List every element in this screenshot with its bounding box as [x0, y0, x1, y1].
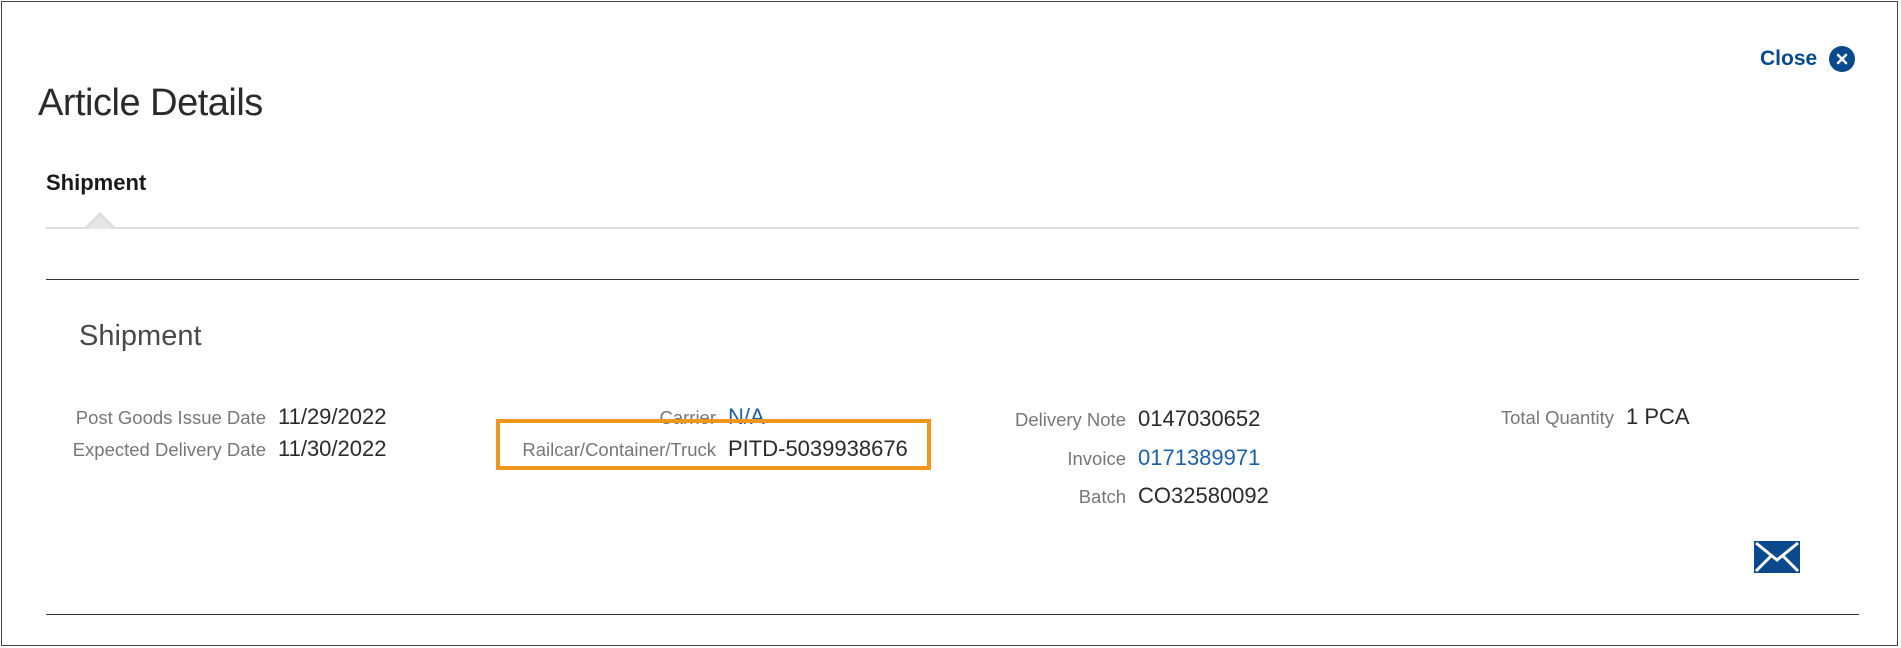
- tab-shipment[interactable]: Shipment: [46, 170, 146, 196]
- field-expected-delivery-date: Expected Delivery Date 11/30/2022: [42, 436, 387, 462]
- article-details-panel: Close Article Details Shipment Shipment …: [1, 1, 1898, 646]
- field-total-quantity: Total Quantity 1 PCA: [1452, 404, 1690, 430]
- envelope-icon[interactable]: [1754, 541, 1800, 573]
- close-icon: [1829, 46, 1856, 72]
- field-value: 1 PCA: [1626, 404, 1690, 429]
- close-label: Close: [1760, 47, 1818, 70]
- field-invoice: Invoice 0171389971: [962, 445, 1260, 471]
- active-tab-indicator-fill: [87, 216, 113, 229]
- field-label: Post Goods Issue Date: [75, 407, 266, 428]
- section-top-divider: [46, 279, 1859, 280]
- field-label: Expected Delivery Date: [72, 439, 266, 460]
- field-post-goods-issue-date: Post Goods Issue Date 11/29/2022: [42, 404, 387, 430]
- field-label: Invoice: [1067, 448, 1126, 469]
- field-value: 0147030652: [1138, 406, 1261, 431]
- page-title: Article Details: [38, 82, 263, 124]
- field-batch: Batch CO32580092: [962, 483, 1269, 509]
- railcar-highlight-box: [496, 419, 931, 470]
- field-delivery-note: Delivery Note 0147030652: [962, 406, 1260, 432]
- field-label: Delivery Note: [1014, 409, 1126, 430]
- section-title: Shipment: [79, 320, 202, 352]
- section-bottom-divider: [46, 614, 1859, 615]
- tab-bar-divider: [46, 227, 1859, 229]
- field-label: Total Quantity: [1500, 407, 1614, 428]
- close-button[interactable]: Close: [1760, 46, 1856, 72]
- field-value: 11/29/2022: [278, 404, 387, 429]
- field-value: CO32580092: [1138, 483, 1269, 508]
- field-label: Batch: [1078, 486, 1126, 507]
- invoice-link[interactable]: 0171389971: [1138, 445, 1260, 471]
- field-value: 11/30/2022: [278, 436, 387, 461]
